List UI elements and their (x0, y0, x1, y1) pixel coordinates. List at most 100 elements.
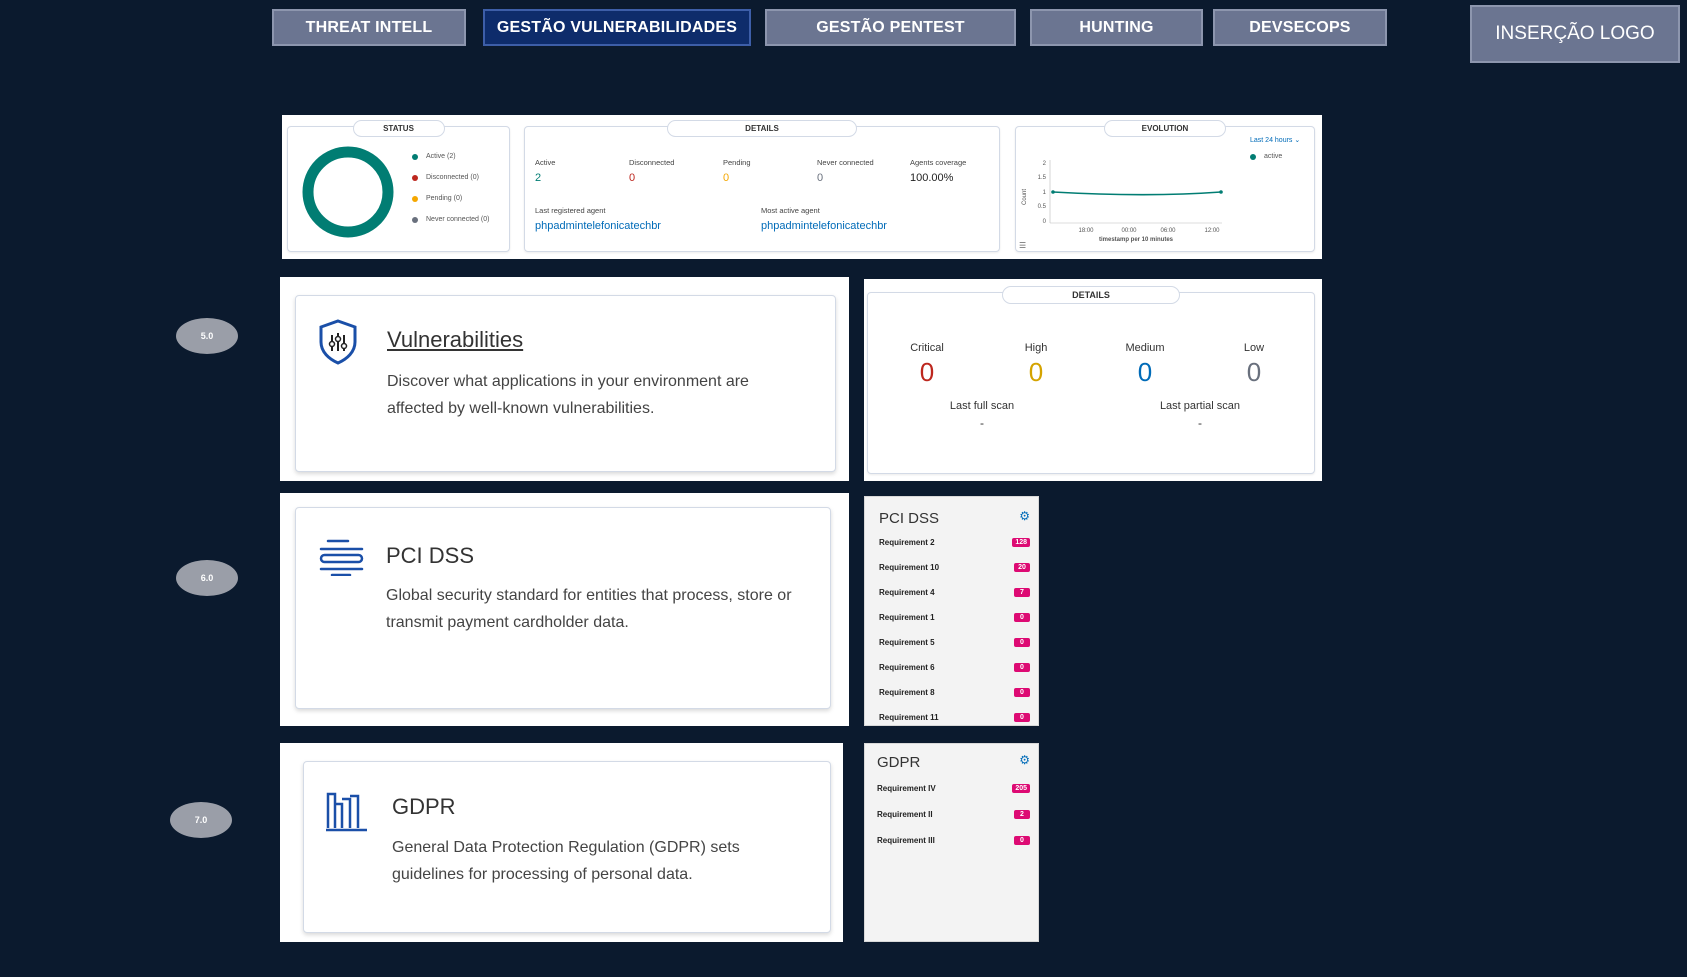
legend-never-connected-label: Never connected (0) (426, 216, 490, 223)
metric-agents-coverage-label: Agents coverage (910, 158, 967, 167)
list-item[interactable]: Requirement 11 0 (879, 709, 1030, 725)
vulnerabilities-card[interactable]: Vulnerabilities Discover what applicatio… (295, 295, 836, 472)
status-donut-chart (302, 146, 394, 238)
disconnected-dot-icon (412, 174, 418, 181)
most-active-agent-link[interactable]: phpadmintelefonicatechbr (761, 220, 887, 232)
medium-value[interactable]: 0 (1105, 357, 1185, 388)
metric-never-connected-label: Never connected (817, 158, 874, 167)
evolution-line-chart: Count 2 1.5 1 0.5 0 18:00 00:00 06:00 12… (1022, 160, 1223, 243)
requirement-count-badge: 0 (1014, 637, 1030, 647)
requirement-count-badge: 205 (1012, 783, 1030, 793)
metric-never-connected-value: 0 (817, 172, 824, 184)
vulnerabilities-description-line2: affected by well-known vulnerabilities. (387, 400, 655, 417)
agent-details-card: DETAILS Active 2 Disconnected 0 Pending … (524, 120, 1000, 252)
requirement-label: Requirement 4 (879, 587, 935, 597)
requirement-count-badge: 20 (1014, 562, 1030, 572)
requirement-count-badge: 7 (1014, 587, 1030, 597)
tab-gestao-vulnerabilidades[interactable]: GESTÃO VULNERABILIDADES (483, 9, 751, 46)
gdpr-title[interactable]: GDPR (392, 794, 456, 820)
list-item[interactable]: Requirement 1 0 (879, 609, 1030, 625)
last-registered-agent-label: Last registered agent (535, 206, 606, 215)
list-item[interactable]: Requirement 2 128 (879, 534, 1030, 550)
requirement-label: Requirement IV (877, 783, 936, 793)
most-active-agent-label: Most active agent (761, 206, 820, 215)
list-item[interactable]: Requirement 8 0 (879, 684, 1030, 700)
pci-dss-list-title: PCI DSS (879, 510, 940, 527)
tab-devsecops[interactable]: DEVSECOPS (1213, 9, 1387, 46)
low-value[interactable]: 0 (1214, 357, 1294, 388)
high-label: High (1024, 342, 1048, 354)
settings-gear-icon[interactable]: ⚙ (1019, 753, 1030, 767)
pci-dss-requirements-panel: PCI DSS ⚙ Requirement 2 128 Requirement 1… (864, 496, 1039, 726)
tab-threat-intell[interactable]: THREAT INTELL (272, 9, 466, 46)
time-range-label: Last 24 hours (1250, 137, 1293, 144)
x-tick-1800: 18:00 (1078, 228, 1094, 234)
y-axis-label: Count (1022, 189, 1028, 205)
list-view-icon[interactable]: ☰ (1019, 241, 1026, 250)
vulnerabilities-description: Discover what applications in your envir… (387, 368, 749, 422)
requirement-count-badge: 128 (1012, 537, 1030, 547)
gdpr-description-line2: guidelines for processing of personal da… (392, 866, 693, 883)
list-item[interactable]: Requirement III 0 (877, 832, 1030, 848)
gdpr-card[interactable]: GDPR General Data Protection Regulation … (303, 761, 831, 933)
legend-active-label: Active (2) (426, 153, 456, 160)
vulnerabilities-title-link[interactable]: Vulnerabilities (387, 327, 523, 353)
legend-pending: Pending (0) (412, 195, 462, 202)
series-point-start (1051, 190, 1055, 194)
settings-gear-icon[interactable]: ⚙ (1019, 509, 1030, 523)
chevron-down-icon: ⌄ (1294, 137, 1301, 144)
pending-dot-icon (412, 195, 418, 202)
requirement-count-badge: 0 (1014, 662, 1030, 672)
status-card-title: STATUS (352, 120, 445, 137)
vulnerabilities-description-line1: Discover what applications in your envir… (387, 373, 749, 390)
requirement-count-badge: 2 (1014, 809, 1030, 819)
x-axis-label: timestamp per 10 minutes (1099, 237, 1174, 243)
evolution-legend-label: active (1264, 153, 1283, 160)
requirement-label: Requirement 10 (879, 562, 940, 572)
list-item[interactable]: Requirement 6 0 (879, 659, 1030, 675)
y-tick-1: 1 (1043, 190, 1047, 196)
list-item[interactable]: Requirement IV 205 (877, 780, 1030, 796)
shield-icon (319, 319, 357, 365)
requirement-count-badge: 0 (1014, 712, 1030, 722)
version-badge-6: 6.0 (176, 560, 238, 596)
metric-disconnected-value: 0 (629, 172, 636, 184)
requirement-label: Requirement 8 (879, 687, 935, 697)
gdpr-building-icon (326, 792, 367, 832)
legend-disconnected-label: Disconnected (0) (426, 174, 479, 181)
pci-dss-card[interactable]: PCI DSS Global security standard for ent… (295, 507, 831, 709)
x-tick-1200: 12:00 (1204, 228, 1220, 234)
evolution-legend-active[interactable]: active (1250, 153, 1282, 160)
active-series-dot-icon (1250, 153, 1256, 160)
evolution-card: EVOLUTION Last 24 hours ⌄ active Count 2… (1015, 120, 1315, 252)
metric-agents-coverage-value: 100.00% (910, 172, 954, 184)
evolution-card-title: EVOLUTION (1104, 120, 1226, 137)
list-item[interactable]: Requirement 10 20 (879, 559, 1030, 575)
requirement-label: Requirement III (877, 835, 935, 845)
metric-active-label: Active (535, 158, 556, 167)
pci-dss-description: Global security standard for entities th… (386, 582, 792, 636)
tab-hunting[interactable]: HUNTING (1030, 9, 1203, 46)
legend-pending-label: Pending (0) (426, 195, 463, 202)
critical-value[interactable]: 0 (887, 357, 967, 388)
low-label: Low (1243, 342, 1265, 354)
list-item[interactable]: Requirement 4 7 (879, 584, 1030, 600)
last-registered-agent-link[interactable]: phpadmintelefonicatechbr (535, 220, 661, 232)
x-tick-0600: 06:00 (1160, 228, 1176, 234)
vuln-details-title: DETAILS (1002, 286, 1180, 304)
requirement-label: Requirement 6 (879, 662, 935, 672)
time-range-selector[interactable]: Last 24 hours ⌄ (1250, 136, 1300, 144)
tab-gestao-pentest[interactable]: GESTÃO PENTEST (765, 9, 1016, 46)
y-tick-2: 2 (1043, 161, 1047, 167)
vulnerabilities-panel: Vulnerabilities Discover what applicatio… (280, 277, 849, 481)
high-value[interactable]: 0 (996, 357, 1076, 388)
list-item[interactable]: Requirement II 2 (877, 806, 1030, 822)
pci-dss-title[interactable]: PCI DSS (386, 543, 474, 569)
list-item[interactable]: Requirement 5 0 (879, 634, 1030, 650)
y-tick-0: 0 (1043, 219, 1047, 225)
vuln-details-card: DETAILS Critical 0 High 0 Medium 0 Low 0… (867, 286, 1315, 474)
requirement-count-badge: 0 (1014, 612, 1030, 622)
metric-disconnected-label: Disconnected (629, 158, 675, 167)
gdpr-panel: GDPR General Data Protection Regulation … (280, 743, 843, 942)
pci-lines-icon (319, 539, 364, 576)
